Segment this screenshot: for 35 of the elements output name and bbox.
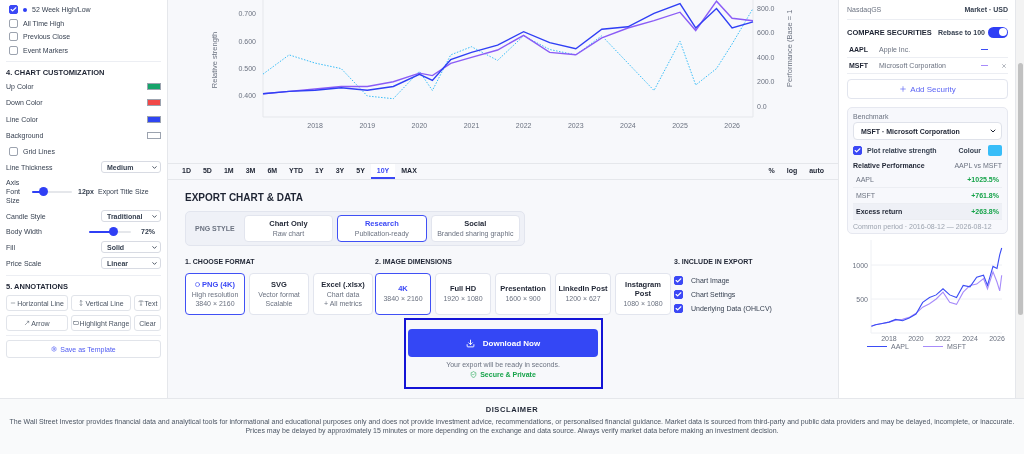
- plus-icon: [899, 85, 908, 93]
- close-icon[interactable]: [1001, 62, 1007, 69]
- checkbox[interactable]: [674, 303, 683, 313]
- checkbox[interactable]: [9, 45, 18, 55]
- checkbox[interactable]: [9, 18, 18, 28]
- color-swatch[interactable]: [147, 132, 161, 140]
- rectangle-icon: [72, 320, 79, 326]
- checkbox[interactable]: [9, 32, 18, 42]
- vertical-arrow-icon: [78, 300, 85, 306]
- slider[interactable]: [32, 187, 72, 196]
- settings-icon: [51, 346, 58, 352]
- shield-icon: [470, 371, 478, 378]
- add-security-button[interactable]: Add Security: [847, 79, 1008, 99]
- color-swatch[interactable]: [147, 99, 161, 107]
- checkbox[interactable]: [9, 5, 18, 15]
- color-swatch[interactable]: [147, 115, 161, 123]
- download-icon: [465, 338, 475, 348]
- checkbox[interactable]: [9, 147, 18, 156]
- color-swatch[interactable]: [988, 144, 1002, 156]
- chevron-down-icon: [151, 163, 158, 171]
- color-swatch[interactable]: [147, 82, 161, 90]
- arrow-icon: [24, 320, 31, 326]
- section-title: EXPORT CHART & DATA: [185, 190, 304, 205]
- chevron-down-icon: [989, 127, 997, 135]
- toggle-switch[interactable]: [988, 26, 1008, 38]
- text-icon: [137, 300, 144, 306]
- chevron-down-icon: [151, 212, 158, 220]
- checkbox[interactable]: [674, 275, 683, 285]
- slider[interactable]: [89, 227, 131, 236]
- checkbox[interactable]: [674, 289, 683, 299]
- download-button[interactable]: Download Now: [408, 329, 598, 357]
- horizontal-line-icon: [10, 300, 17, 306]
- radio-icon: [195, 282, 201, 288]
- scrollbar-thumb[interactable]: [1017, 63, 1023, 315]
- checkbox[interactable]: [853, 145, 862, 155]
